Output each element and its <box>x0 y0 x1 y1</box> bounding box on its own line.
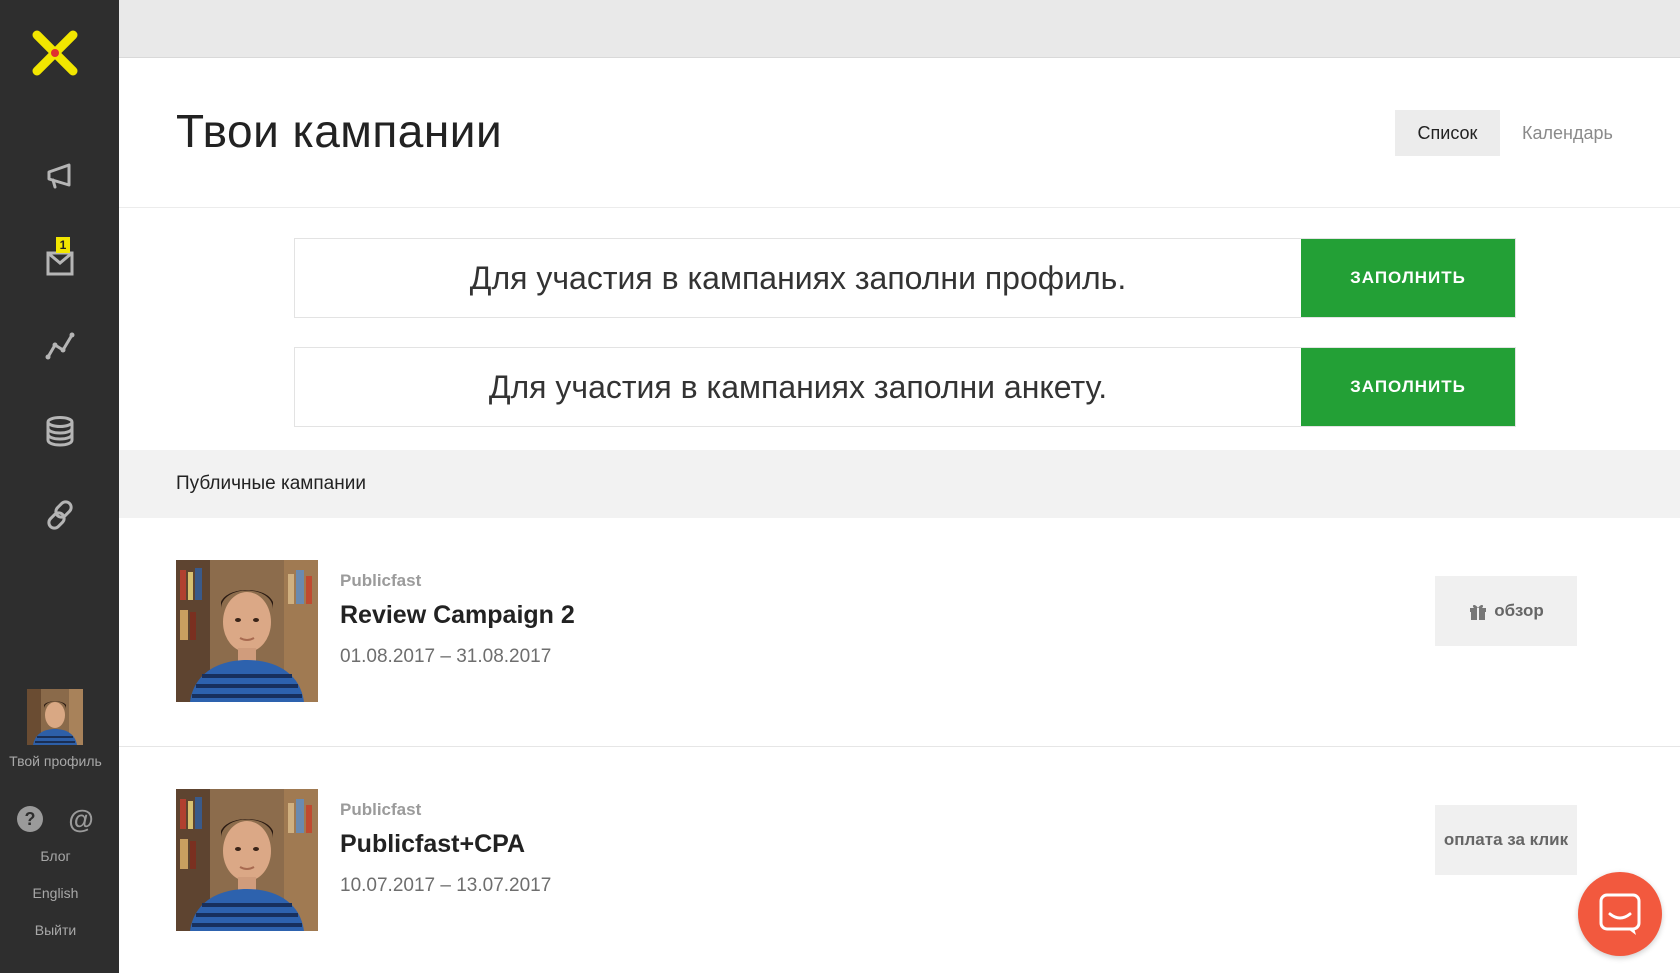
notification-badge: 1 <box>56 237 70 253</box>
contact-icon[interactable]: @ <box>68 804 94 834</box>
logo-icon[interactable] <box>31 29 79 77</box>
page-title: Твои кампании <box>176 105 503 157</box>
megaphone-icon <box>47 163 70 189</box>
fill-profile-button[interactable]: ЗАПОЛНИТЬ <box>1301 239 1515 317</box>
help-icon[interactable]: ? <box>17 806 43 832</box>
campaign-type-badge[interactable]: обзор <box>1435 576 1577 646</box>
campaign-title[interactable]: Review Campaign 2 <box>340 601 575 630</box>
profile-notice: Для участия в кампаниях заполни профиль.… <box>294 238 1516 318</box>
campaign-dates: 10.07.2017 – 13.07.2017 <box>340 875 552 896</box>
chat-icon <box>1599 893 1641 935</box>
notice-text: Для участия в кампаниях заполни анкету. <box>488 368 1108 405</box>
chat-launcher-button[interactable] <box>1578 872 1662 956</box>
nav-database[interactable] <box>0 401 119 461</box>
campaign-title[interactable]: Publicfast+CPA <box>340 830 525 859</box>
profile-label[interactable]: Твой профиль <box>0 753 111 769</box>
nav-inbox[interactable]: 1 <box>0 231 119 291</box>
survey-notice: Для участия в кампаниях заполни анкету. … <box>294 347 1516 427</box>
campaign-brand: Publicfast <box>340 800 422 819</box>
view-toggle: Список Календарь <box>1395 110 1635 156</box>
campaign-dates: 01.08.2017 – 31.08.2017 <box>340 646 552 667</box>
gift-icon <box>1470 604 1487 620</box>
database-icon <box>46 416 73 447</box>
top-bar <box>119 0 1680 58</box>
campaign-brand: Publicfast <box>340 571 422 590</box>
notice-text: Для участия в кампаниях заполни профиль. <box>469 259 1127 296</box>
campaign-row[interactable]: Publicfast Publicfast+CPA 10.07.2017 – 1… <box>119 747 1680 973</box>
link-icon <box>46 500 73 530</box>
nav-links[interactable] <box>0 485 119 545</box>
avatar[interactable] <box>27 689 83 745</box>
view-calendar-button[interactable]: Календарь <box>1500 110 1635 156</box>
section-title: Публичные кампании <box>119 450 1680 518</box>
header-divider <box>119 207 1680 208</box>
campaign-type-badge[interactable]: оплата за клик <box>1435 805 1577 875</box>
blog-link[interactable]: Блог <box>0 848 111 864</box>
campaign-type-label: оплата за клик <box>1443 830 1569 849</box>
stats-icon <box>45 332 74 360</box>
nav-campaigns[interactable] <box>0 146 119 206</box>
view-list-button[interactable]: Список <box>1395 110 1500 156</box>
language-link[interactable]: English <box>0 885 111 901</box>
sidebar: 1 Твой профиль ? @ Блог English Выйти <box>0 0 119 973</box>
nav-stats[interactable] <box>0 316 119 376</box>
logout-link[interactable]: Выйти <box>0 922 111 938</box>
campaign-thumbnail[interactable] <box>176 789 318 931</box>
campaign-row[interactable]: Publicfast Review Campaign 2 01.08.2017 … <box>119 518 1680 747</box>
campaign-thumbnail[interactable] <box>176 560 318 702</box>
fill-survey-button[interactable]: ЗАПОЛНИТЬ <box>1301 348 1515 426</box>
campaign-type-label: обзор <box>1494 601 1544 620</box>
app: 1 Твой профиль ? @ Блог English Выйти Тв… <box>0 0 1680 973</box>
